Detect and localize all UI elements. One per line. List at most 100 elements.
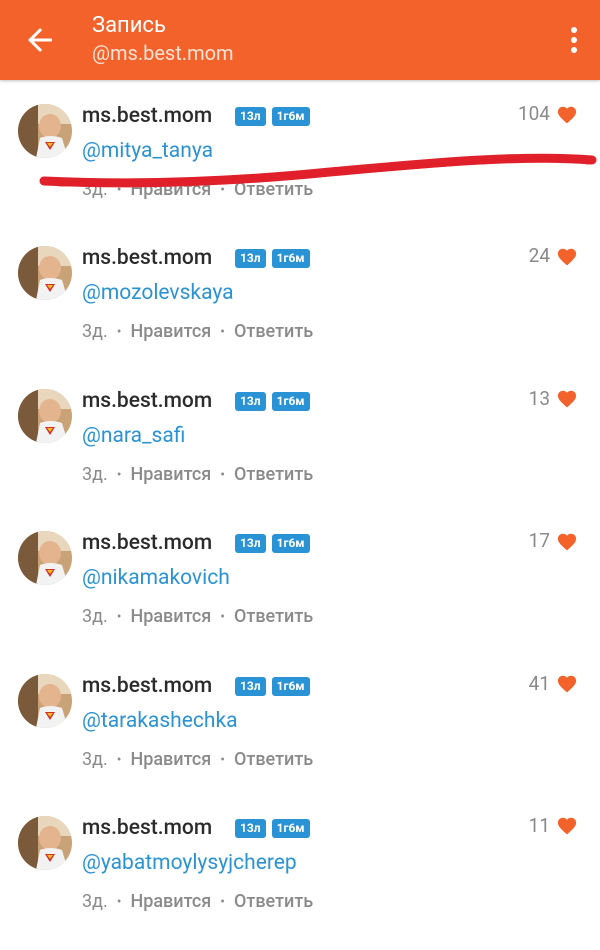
heart-icon[interactable] — [556, 673, 578, 693]
comment-time: 3д. — [82, 606, 108, 628]
avatar-image — [18, 388, 72, 443]
like-counter: 104 — [518, 102, 578, 125]
comment-item: ms.best.mom 13л 1г6м @yabatmoylysyjcherep… — [0, 792, 600, 934]
comment-item: ms.best.mom 13л 1г6м @mitya_tanya 3д. • Н… — [0, 80, 600, 222]
reply-action-link[interactable]: Ответить — [234, 320, 313, 344]
user-badges: 13л 1г6м — [235, 676, 310, 696]
avatar[interactable] — [18, 246, 72, 301]
separator-dot: • — [116, 182, 122, 198]
user-badge: 1г6м — [271, 391, 310, 411]
heart-icon[interactable] — [556, 815, 578, 835]
like-action-link[interactable]: Нравится — [130, 748, 211, 772]
separator-dot: • — [116, 324, 122, 341]
like-count: 41 — [528, 671, 550, 695]
separator-dot: • — [220, 609, 225, 626]
user-badges: 13л 1г6м — [235, 107, 310, 126]
comment-item: ms.best.mom 13л 1г6м @nikamakovich 3д. • … — [0, 507, 600, 649]
avatar-image — [18, 531, 72, 586]
comment-item: ms.best.mom 13л 1г6м @nara_safi 3д. • Нра… — [0, 365, 600, 507]
more-vertical-icon — [571, 27, 577, 53]
avatar[interactable] — [18, 815, 72, 870]
user-badges: 13л 1г6м — [235, 818, 310, 838]
separator-dot: • — [220, 466, 225, 483]
comment-item: ms.best.mom 13л 1г6м @mozolevskaya 3д. • … — [0, 222, 600, 364]
comment-time: 3д. — [82, 321, 108, 343]
comment-mention[interactable]: @mozolevskaya — [82, 279, 234, 307]
user-badge: 1г6м — [271, 107, 310, 126]
back-button[interactable] — [22, 22, 58, 58]
comment-username[interactable]: ms.best.mom — [82, 387, 212, 415]
comment-time: 3д. — [82, 463, 108, 485]
reply-action-link[interactable]: Ответить — [234, 605, 313, 629]
user-badge: 13л — [235, 676, 266, 696]
like-counter: 13 — [529, 387, 578, 410]
comment-meta: 3д. • Нравится • Ответить — [82, 748, 313, 772]
like-count: 17 — [528, 529, 550, 553]
comment-username[interactable]: ms.best.mom — [82, 672, 212, 700]
like-counter: 11 — [529, 814, 578, 837]
separator-dot: • — [116, 751, 122, 768]
more-options-button[interactable] — [568, 24, 580, 56]
comment-time: 3д. — [82, 748, 108, 770]
user-badge: 13л — [235, 107, 266, 126]
arrow-left-icon — [28, 28, 52, 52]
reply-action-link[interactable]: Ответить — [234, 748, 313, 772]
avatar[interactable] — [18, 531, 72, 586]
comment-meta: 3д. • Нравится • Ответить — [82, 890, 313, 914]
like-action-link[interactable]: Нравится — [130, 320, 211, 344]
like-count: 104 — [517, 102, 550, 125]
avatar-image — [18, 104, 72, 158]
separator-dot: • — [220, 182, 225, 198]
like-counter: 41 — [529, 672, 578, 695]
separator-dot: • — [220, 893, 225, 910]
page-subtitle: @ms.best.mom — [92, 41, 234, 65]
header-titles: Запись @ms.best.mom — [92, 12, 234, 66]
comment-mention[interactable]: @yabatmoylysyjcherep — [82, 849, 297, 877]
heart-icon[interactable] — [556, 246, 578, 266]
user-badge: 1г6м — [271, 249, 310, 269]
avatar[interactable] — [18, 388, 72, 443]
comment-username[interactable]: ms.best.mom — [82, 529, 212, 557]
reply-action-link[interactable]: Ответить — [234, 463, 313, 487]
user-badges: 13л 1г6м — [235, 391, 310, 411]
avatar-image — [18, 815, 72, 870]
comment-item: ms.best.mom 13л 1г6м @tarakashechka 3д. •… — [0, 650, 600, 792]
comment-mention[interactable]: @nikamakovich — [82, 564, 230, 592]
reply-action-link[interactable]: Ответить — [234, 178, 313, 202]
user-badge: 1г6м — [271, 534, 310, 554]
heart-icon[interactable] — [556, 388, 578, 408]
comment-username[interactable]: ms.best.mom — [82, 244, 212, 272]
separator-dot: • — [116, 466, 122, 483]
separator-dot: • — [220, 751, 225, 768]
app-bar: Запись @ms.best.mom — [0, 0, 600, 80]
like-action-link[interactable]: Нравится — [130, 890, 211, 914]
reply-action-link[interactable]: Ответить — [234, 890, 313, 914]
comment-mention[interactable]: @tarakashechka — [82, 707, 238, 735]
user-badges: 13л 1г6м — [235, 534, 310, 554]
user-badge: 13л — [235, 818, 266, 838]
comment-meta: 3д. • Нравится • Ответить — [82, 178, 313, 202]
user-badge: 1г6м — [271, 676, 310, 696]
comment-time: 3д. — [82, 890, 108, 912]
comment-mention[interactable]: @nara_safi — [82, 422, 185, 450]
comment-mention[interactable]: @mitya_tanya — [82, 137, 213, 165]
like-count: 13 — [528, 386, 550, 410]
comment-list: ms.best.mom 13л 1г6м @mitya_tanya 3д. • Н… — [0, 80, 600, 934]
comment-username[interactable]: ms.best.mom — [82, 814, 212, 842]
user-badge: 1г6м — [271, 818, 310, 838]
like-count: 24 — [528, 244, 550, 268]
heart-icon[interactable] — [556, 531, 578, 551]
like-counter: 17 — [529, 529, 578, 552]
avatar[interactable] — [18, 104, 72, 158]
avatar[interactable] — [18, 673, 72, 728]
comment-username[interactable]: ms.best.mom — [82, 102, 212, 130]
like-action-link[interactable]: Нравится — [130, 463, 211, 487]
heart-icon[interactable] — [556, 104, 578, 124]
separator-dot: • — [116, 609, 122, 626]
separator-dot: • — [220, 324, 225, 341]
like-action-link[interactable]: Нравится — [130, 178, 211, 202]
avatar-image — [18, 246, 72, 301]
user-badges: 13л 1г6м — [235, 249, 310, 269]
user-badge: 13л — [235, 391, 266, 411]
like-action-link[interactable]: Нравится — [130, 605, 211, 629]
